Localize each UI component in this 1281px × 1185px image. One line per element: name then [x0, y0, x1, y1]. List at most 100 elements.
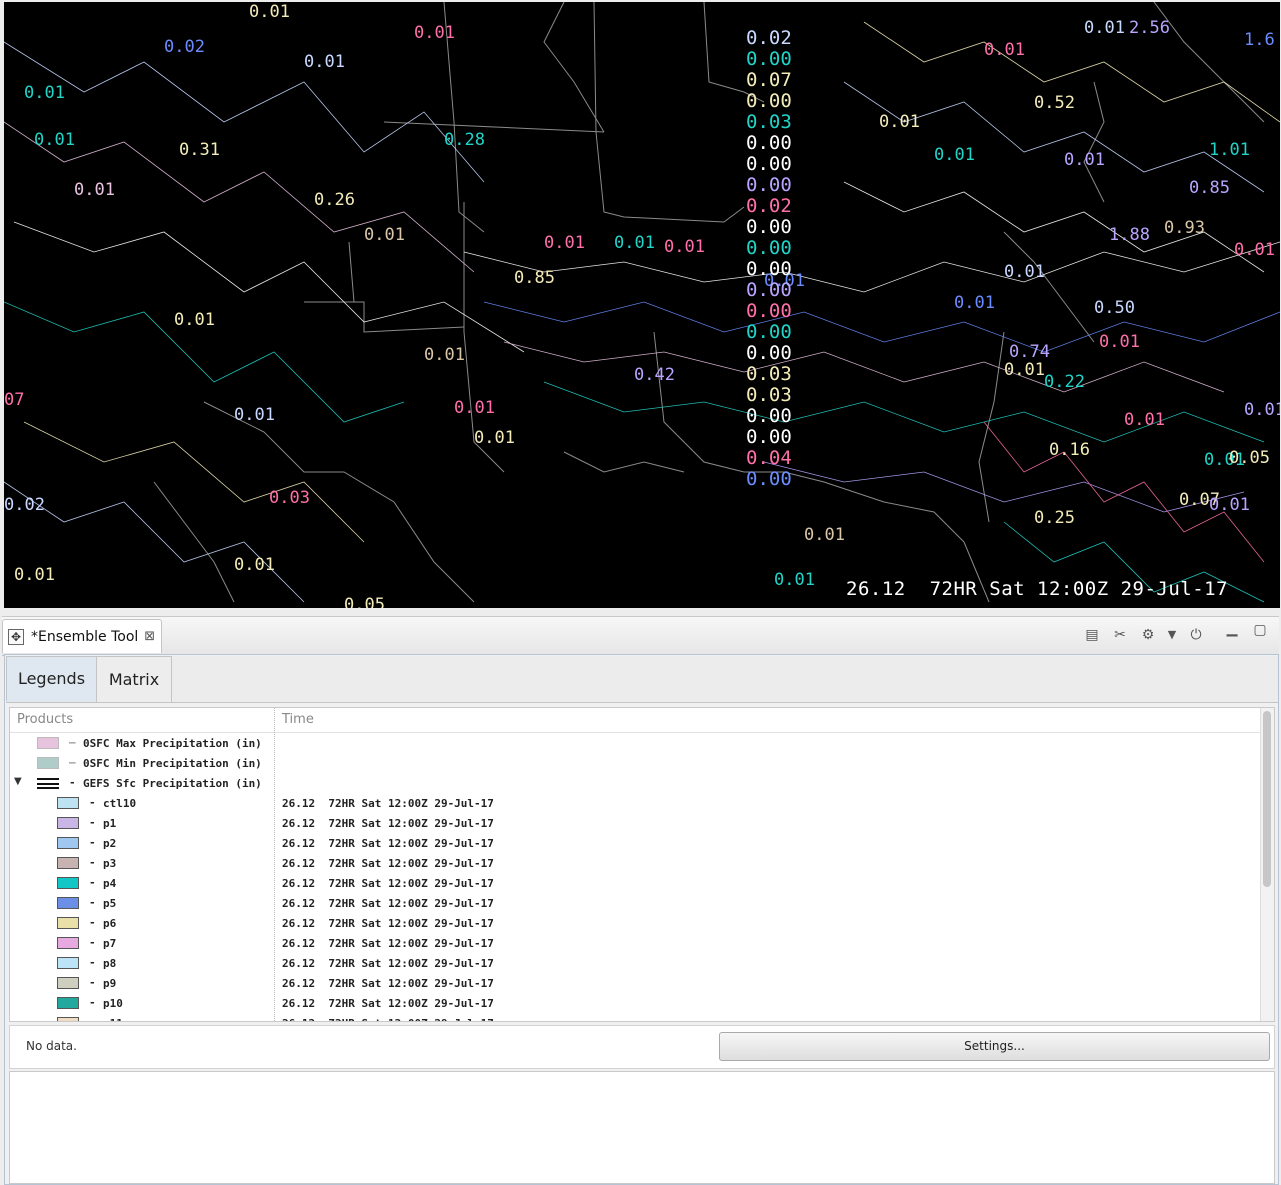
- ensemble-tool-tab[interactable]: ✥ *Ensemble Tool ⊠: [2, 619, 162, 653]
- plotted-value: 0.00: [746, 153, 792, 175]
- view-title: *Ensemble Tool: [31, 628, 139, 645]
- legend-tree-table[interactable]: Products Time – 0SFC Max Precipitation (…: [9, 707, 1275, 1022]
- plotted-value: 0.05: [1229, 448, 1270, 468]
- member-time: 26.12 72HR Sat 12:00Z 29-Jul-17: [282, 957, 494, 970]
- row-dash: -: [89, 996, 96, 1009]
- row-dash: -: [89, 936, 96, 949]
- plotted-value: 0.05: [344, 595, 385, 609]
- table-row[interactable]: - p11 26.12 72HR Sat 12:00Z 29-Jul-17: [10, 1014, 1260, 1021]
- row-dash: -: [89, 956, 96, 969]
- map-display[interactable]: 0.01 0.02 0.01 0.01 0.01 0.31 0.01 0.01 0.26 0.01…: [4, 2, 1280, 608]
- page-icon[interactable]: ▤: [1083, 626, 1101, 644]
- member-time: 26.12 72HR Sat 12:00Z 29-Jul-17: [282, 997, 494, 1010]
- color-swatch[interactable]: [57, 957, 79, 969]
- color-swatch[interactable]: [57, 917, 79, 929]
- member-time: 26.12 72HR Sat 12:00Z 29-Jul-17: [282, 857, 494, 870]
- plotted-value: 0.52: [1034, 93, 1075, 113]
- expand-triangle-icon[interactable]: ▼: [14, 776, 22, 787]
- color-swatch[interactable]: [57, 1017, 79, 1021]
- product-label: 0SFC Max Precipitation (in): [83, 737, 262, 750]
- table-row-group[interactable]: ▼ - GEFS Sfc Precipitation (in): [10, 774, 1260, 794]
- table-row[interactable]: - p4 26.12 72HR Sat 12:00Z 29-Jul-17: [10, 874, 1260, 894]
- plotted-value: 0.93: [1164, 218, 1205, 238]
- plotted-value: 0.01: [474, 428, 515, 448]
- plotted-value: 2.56: [1129, 18, 1170, 38]
- plotted-value: 0.74: [1009, 342, 1050, 362]
- plotted-value: 0.01: [14, 565, 55, 585]
- member-time: 26.12 72HR Sat 12:00Z 29-Jul-17: [282, 977, 494, 990]
- color-swatch[interactable]: [57, 797, 79, 809]
- product-label: 0SFC Min Precipitation (in): [83, 757, 262, 770]
- column-header-time[interactable]: Time: [282, 712, 314, 727]
- plotted-value: 0.01: [234, 555, 275, 575]
- color-swatch[interactable]: [57, 897, 79, 909]
- power-icon[interactable]: ⏻: [1187, 626, 1205, 644]
- row-dash: -: [89, 856, 96, 869]
- member-label: p2: [103, 837, 117, 850]
- status-row: No data. Settings...: [9, 1025, 1275, 1069]
- row-dash: -: [89, 836, 96, 849]
- color-swatch[interactable]: [37, 737, 59, 749]
- plotted-value: 0.00: [746, 90, 792, 112]
- member-label: p6: [103, 917, 117, 930]
- plotted-value: 0.00: [746, 174, 792, 196]
- plotted-value: 0.01: [74, 180, 115, 200]
- maximize-icon[interactable]: ▢: [1251, 621, 1269, 639]
- table-row[interactable]: - p2 26.12 72HR Sat 12:00Z 29-Jul-17: [10, 834, 1260, 854]
- member-time: 26.12 72HR Sat 12:00Z 29-Jul-17: [282, 897, 494, 910]
- color-swatch[interactable]: [57, 937, 79, 949]
- plotted-value: 0.01: [879, 112, 920, 132]
- wrench-crossed-icon[interactable]: ✂: [1111, 626, 1129, 644]
- plotted-value: 0.01: [34, 130, 75, 150]
- plotted-value: 0.01: [1234, 240, 1275, 260]
- table-header: Products Time: [10, 708, 1260, 733]
- gear-icon[interactable]: ⚙: [1139, 626, 1157, 644]
- table-row[interactable]: – 0SFC Max Precipitation (in): [10, 734, 1260, 754]
- plotted-value: 0.03: [746, 111, 792, 133]
- table-row[interactable]: - p10 26.12 72HR Sat 12:00Z 29-Jul-17: [10, 994, 1260, 1014]
- plotted-value: 0.03: [746, 363, 792, 385]
- line-style-icon: [37, 778, 59, 789]
- move-icon: ✥: [8, 628, 24, 645]
- plotted-value: 1.88: [1109, 225, 1150, 245]
- table-row[interactable]: - ctl10 26.12 72HR Sat 12:00Z 29-Jul-17: [10, 794, 1260, 814]
- vertical-scrollbar[interactable]: [1260, 708, 1274, 1021]
- chevron-down-icon[interactable]: ▼: [1163, 626, 1181, 644]
- row-dash: -: [89, 896, 96, 909]
- row-dash: –: [69, 736, 76, 749]
- plotted-value: 0.01: [1084, 18, 1125, 38]
- member-label: p4: [103, 877, 117, 890]
- frame-time-label: 26.12 72HR Sat 12:00Z 29-Jul-17: [846, 578, 1229, 600]
- table-row[interactable]: - p8 26.12 72HR Sat 12:00Z 29-Jul-17: [10, 954, 1260, 974]
- color-swatch[interactable]: [37, 757, 59, 769]
- tab-legends[interactable]: Legends: [6, 656, 97, 702]
- color-swatch[interactable]: [57, 997, 79, 1009]
- tab-matrix[interactable]: Matrix: [96, 656, 172, 702]
- table-row[interactable]: - p3 26.12 72HR Sat 12:00Z 29-Jul-17: [10, 854, 1260, 874]
- color-swatch[interactable]: [57, 837, 79, 849]
- member-label: p5: [103, 897, 117, 910]
- color-swatch[interactable]: [57, 857, 79, 869]
- table-row[interactable]: - p1 26.12 72HR Sat 12:00Z 29-Jul-17: [10, 814, 1260, 834]
- plotted-value: 0.22: [1044, 372, 1085, 392]
- settings-button[interactable]: Settings...: [719, 1032, 1270, 1061]
- color-swatch[interactable]: [57, 817, 79, 829]
- table-row[interactable]: - p7 26.12 72HR Sat 12:00Z 29-Jul-17: [10, 934, 1260, 954]
- color-swatch[interactable]: [57, 877, 79, 889]
- member-label: p1: [103, 817, 117, 830]
- color-swatch[interactable]: [57, 977, 79, 989]
- plotted-value: 0.01: [1004, 360, 1045, 380]
- plotted-value: 0.01: [174, 310, 215, 330]
- plotted-value: 0.01: [1124, 410, 1165, 430]
- table-row[interactable]: – 0SFC Min Precipitation (in): [10, 754, 1260, 774]
- column-header-products[interactable]: Products: [17, 712, 73, 727]
- close-icon[interactable]: ⊠: [144, 629, 155, 644]
- plotted-value: 0.85: [514, 268, 555, 288]
- product-label: GEFS Sfc Precipitation (in): [83, 777, 262, 790]
- minimize-icon[interactable]: ▁: [1223, 620, 1241, 638]
- table-row[interactable]: - p5 26.12 72HR Sat 12:00Z 29-Jul-17: [10, 894, 1260, 914]
- scrollbar-thumb[interactable]: [1263, 711, 1271, 887]
- row-dash: -: [69, 776, 76, 789]
- table-row[interactable]: - p6 26.12 72HR Sat 12:00Z 29-Jul-17: [10, 914, 1260, 934]
- table-row[interactable]: - p9 26.12 72HR Sat 12:00Z 29-Jul-17: [10, 974, 1260, 994]
